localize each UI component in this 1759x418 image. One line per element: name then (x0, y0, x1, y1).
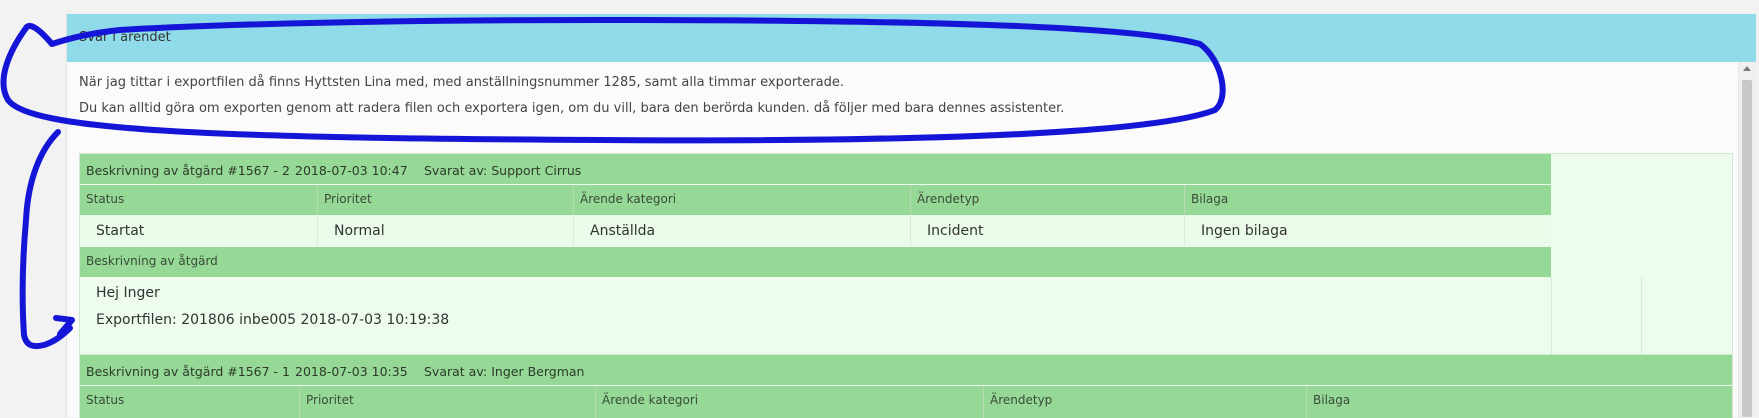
column-divider (1641, 277, 1642, 356)
action-date: 2018-07-03 10:35 (295, 364, 408, 379)
header-type: Ärendetyp (984, 386, 1307, 418)
action-answered-by: Svarat av: Inger Bergman (424, 364, 585, 379)
description-label-row: Beskrivning av åtgärd (80, 247, 1551, 277)
action-title: Beskrivning av åtgärd #1567 - 2 (86, 163, 290, 178)
action-field-headers: Status Prioritet Ärende kategori Ärendet… (80, 386, 1732, 418)
reply-text-line: När jag tittar i exportfilen då finns Hy… (79, 75, 844, 90)
value-priority: Normal (318, 215, 574, 246)
value-status: Startat (80, 215, 318, 246)
reply-text-line: Du kan alltid göra om exporten genom att… (79, 101, 1065, 116)
header-priority: Prioritet (318, 185, 574, 215)
header-category: Ärende kategori (596, 386, 984, 418)
value-category: Anställda (574, 215, 911, 246)
header-attachment: Bilaga (1191, 192, 1229, 206)
action-card-header: Beskrivning av åtgärd #1567 - 2 2018-07-… (80, 154, 1551, 184)
header-attachment: Bilaga (1313, 393, 1351, 407)
arrow-annotation (19, 129, 73, 350)
action-field-values: Startat Normal Anställda Incident Ingen … (80, 215, 1551, 246)
description-line: Hej Inger (96, 285, 160, 301)
reply-panel-header: Svar i ärendet (67, 14, 1756, 62)
action-date: 2018-07-03 10:47 (295, 163, 408, 178)
description-line: Exportfilen: 201806 inbe005 2018-07-03 1… (96, 312, 450, 328)
header-status: Status (80, 185, 318, 215)
scroll-up-arrow-icon[interactable] (1743, 66, 1751, 71)
column-divider (1551, 277, 1552, 356)
header-priority: Prioritet (300, 386, 596, 418)
action-card: Beskrivning av åtgärd #1567 - 2 2018-07-… (79, 153, 1733, 357)
header-category: Ärende kategori (574, 185, 911, 215)
reply-panel-title: Svar i ärendet (79, 30, 171, 45)
action-field-headers: Status Prioritet Ärende kategori Ärendet… (80, 185, 1551, 215)
description-label: Beskrivning av åtgärd (86, 254, 218, 268)
vertical-scrollbar[interactable] (1738, 62, 1756, 417)
action-card: Beskrivning av åtgärd #1567 - 1 2018-07-… (79, 354, 1733, 418)
value-attachment: Ingen bilaga (1201, 223, 1288, 239)
header-type: Ärendetyp (911, 185, 1185, 215)
action-card-header: Beskrivning av åtgärd #1567 - 1 2018-07-… (80, 355, 1732, 385)
scroll-thumb[interactable] (1742, 80, 1752, 417)
description-body: Hej Inger Exportfilen: 201806 inbe005 20… (80, 277, 1732, 356)
reply-panel: Svar i ärendet När jag tittar i exportfi… (66, 14, 1756, 418)
action-title: Beskrivning av åtgärd #1567 - 1 (86, 364, 290, 379)
action-answered-by: Svarat av: Support Cirrus (424, 163, 582, 178)
value-type: Incident (911, 215, 1185, 246)
header-status: Status (80, 386, 300, 418)
